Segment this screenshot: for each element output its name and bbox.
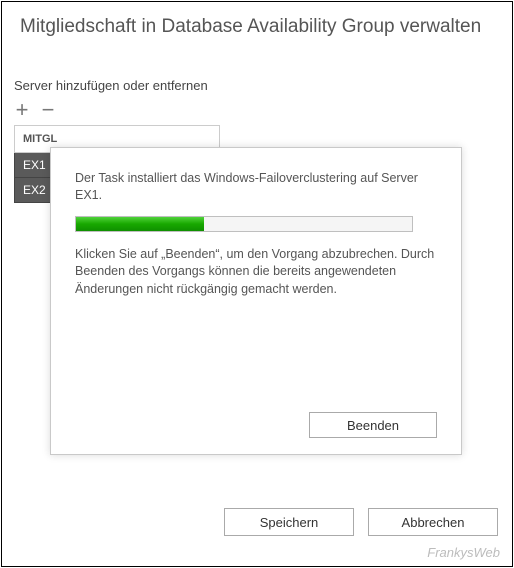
watermark: FrankysWeb — [427, 545, 500, 560]
remove-icon[interactable]: − — [38, 99, 58, 121]
progress-message: Der Task installiert das Windows-Failove… — [75, 170, 437, 204]
progress-hint: Klicken Sie auf „Beenden“, um den Vorgan… — [75, 246, 437, 299]
dialog-window: Mitgliedschaft in Database Availability … — [1, 1, 513, 567]
stop-button[interactable]: Beenden — [309, 412, 437, 438]
progress-dialog: Der Task installiert das Windows-Failove… — [50, 147, 462, 455]
save-button[interactable]: Speichern — [224, 508, 354, 536]
modal-button-row: Beenden — [75, 412, 437, 438]
progress-bar — [75, 216, 413, 232]
toolbar: + − — [2, 97, 512, 125]
footer-buttons: Speichern Abbrechen — [224, 508, 498, 536]
section-label: Server hinzufügen oder entfernen — [2, 38, 512, 97]
cancel-button[interactable]: Abbrechen — [368, 508, 498, 536]
progress-fill — [76, 217, 204, 231]
page-title: Mitgliedschaft in Database Availability … — [2, 2, 512, 38]
add-icon[interactable]: + — [12, 99, 32, 121]
